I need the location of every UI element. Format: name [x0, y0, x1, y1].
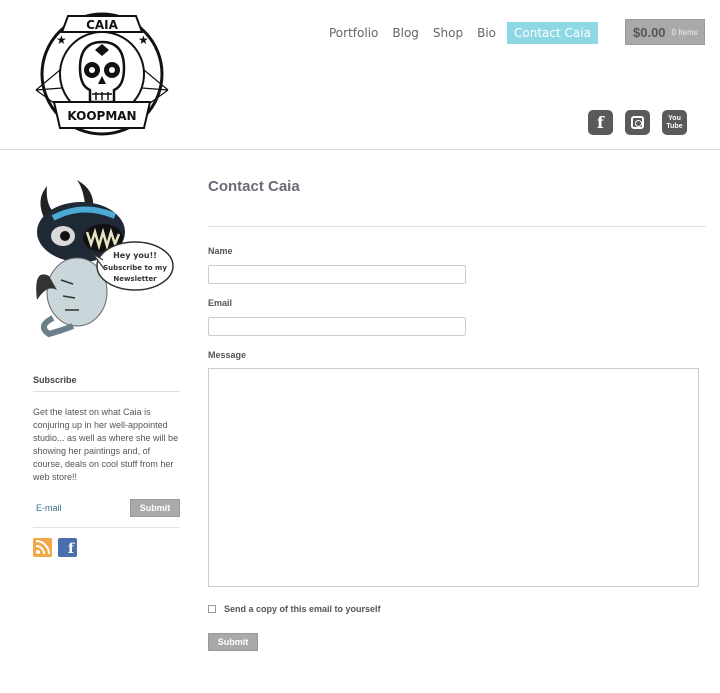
facebook-glyph: f [597, 113, 604, 132]
instagram-icon[interactable] [625, 110, 650, 135]
svg-text:★: ★ [138, 33, 149, 47]
facebook-feed-glyph: f [67, 541, 74, 557]
cart-item-count: 0 Items [671, 27, 698, 37]
email-label: Email [208, 298, 233, 308]
nav-blog[interactable]: Blog [385, 22, 426, 44]
youtube-icon[interactable]: You Tube [662, 110, 687, 135]
send-copy-row: Send a copy of this email to yourself [208, 604, 381, 614]
name-label: Name [208, 246, 233, 256]
facebook-icon[interactable]: f [588, 110, 613, 135]
sidebar: Hey you!! Subscribe to my Newsletter Sub… [33, 180, 180, 557]
subscribe-description: Get the latest on what Caia is conjuring… [33, 407, 179, 482]
youtube-glyph-bottom: Tube [666, 122, 683, 130]
newsletter-submit-button[interactable]: Submit [130, 499, 180, 517]
instagram-glyph [631, 116, 644, 129]
site-logo[interactable]: ★ ★ CAIA KOOPMAN [32, 10, 172, 140]
cart-button[interactable]: $0.00 0 Items [625, 19, 705, 45]
newsletter-email-input[interactable]: E-mail [33, 503, 62, 513]
svg-text:Newsletter: Newsletter [113, 275, 157, 283]
send-copy-checkbox[interactable] [208, 605, 216, 613]
nav-contact[interactable]: Contact Caia [507, 22, 598, 44]
youtube-glyph-top: You [668, 114, 681, 122]
page-title: Contact Caia [208, 178, 300, 195]
send-copy-label[interactable]: Send a copy of this email to yourself [224, 604, 381, 614]
svg-text:Subscribe to my: Subscribe to my [103, 264, 167, 272]
newsletter-mascot-image[interactable]: Hey you!! Subscribe to my Newsletter [33, 180, 178, 340]
feed-links: f [33, 538, 180, 557]
message-textarea[interactable] [208, 368, 699, 587]
subscribe-form: E-mail Submit [33, 499, 180, 528]
email-field[interactable] [208, 317, 466, 336]
contact-form-section: Contact Caia Name Email Message Send a c… [208, 178, 706, 651]
svg-text:Hey you!!: Hey you!! [113, 251, 157, 260]
svg-text:CAIA: CAIA [86, 18, 119, 32]
facebook-feed-icon[interactable]: f [58, 538, 77, 557]
message-label: Message [208, 350, 247, 360]
cart-total: $0.00 [633, 24, 666, 40]
svg-text:KOOPMAN: KOOPMAN [67, 109, 136, 123]
title-divider [208, 226, 706, 227]
subscribe-heading: Subscribe [33, 375, 180, 392]
main-nav: Portfolio Blog Shop Bio Contact Caia [322, 22, 598, 44]
svg-text:★: ★ [56, 33, 67, 47]
rss-icon[interactable] [33, 538, 52, 557]
site-header: ★ ★ CAIA KOOPMAN Portfolio Blog Shop Bio… [0, 0, 720, 150]
nav-shop[interactable]: Shop [426, 22, 470, 44]
submit-button[interactable]: Submit [208, 633, 258, 651]
nav-bio[interactable]: Bio [470, 22, 503, 44]
name-field[interactable] [208, 265, 466, 284]
nav-portfolio[interactable]: Portfolio [322, 22, 385, 44]
